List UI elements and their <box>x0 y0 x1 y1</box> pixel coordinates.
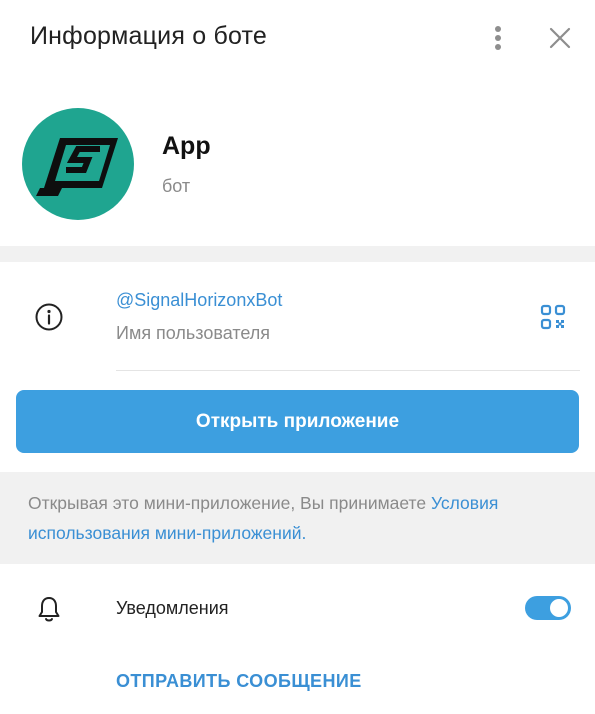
username-row[interactable]: @SignalHorizonxBot Имя пользователя <box>0 262 595 370</box>
toggle-knob <box>548 597 570 619</box>
more-vertical-icon <box>495 26 501 50</box>
more-button[interactable] <box>480 20 516 56</box>
send-message-button[interactable]: ОТПРАВИТЬ СООБЩЕНИЕ <box>116 671 362 692</box>
section-divider <box>0 246 595 262</box>
row-divider <box>116 370 580 371</box>
notifications-toggle[interactable] <box>525 596 571 620</box>
dialog-title: Информация о боте <box>30 22 268 50</box>
notifications-label: Уведомления <box>116 598 229 618</box>
bot-name: App <box>162 132 211 160</box>
bell-icon <box>38 597 60 622</box>
terms-suffix: . <box>301 523 307 543</box>
terms-prefix: Открывая это мини-приложение, Вы принима… <box>28 493 431 513</box>
username-label: Имя пользователя <box>116 323 271 343</box>
dialog-header: Информация о боте <box>0 0 595 80</box>
close-button[interactable] <box>542 20 578 56</box>
terms-text: Открывая это мини-приложение, Вы принима… <box>28 488 578 548</box>
profile-section: App бот <box>0 80 595 246</box>
avatar[interactable] <box>22 108 134 220</box>
info-icon <box>35 303 63 331</box>
open-app-button[interactable]: Открыть приложение <box>16 390 579 453</box>
bot-status: бот <box>162 176 191 196</box>
qr-code-icon[interactable] <box>538 302 568 332</box>
bot-logo-icon <box>36 138 118 196</box>
username-value[interactable]: @SignalHorizonxBot <box>116 290 282 311</box>
close-icon <box>549 27 571 49</box>
terms-notice: Открывая это мини-приложение, Вы принима… <box>0 472 595 564</box>
notifications-row[interactable]: Уведомления <box>0 576 595 642</box>
